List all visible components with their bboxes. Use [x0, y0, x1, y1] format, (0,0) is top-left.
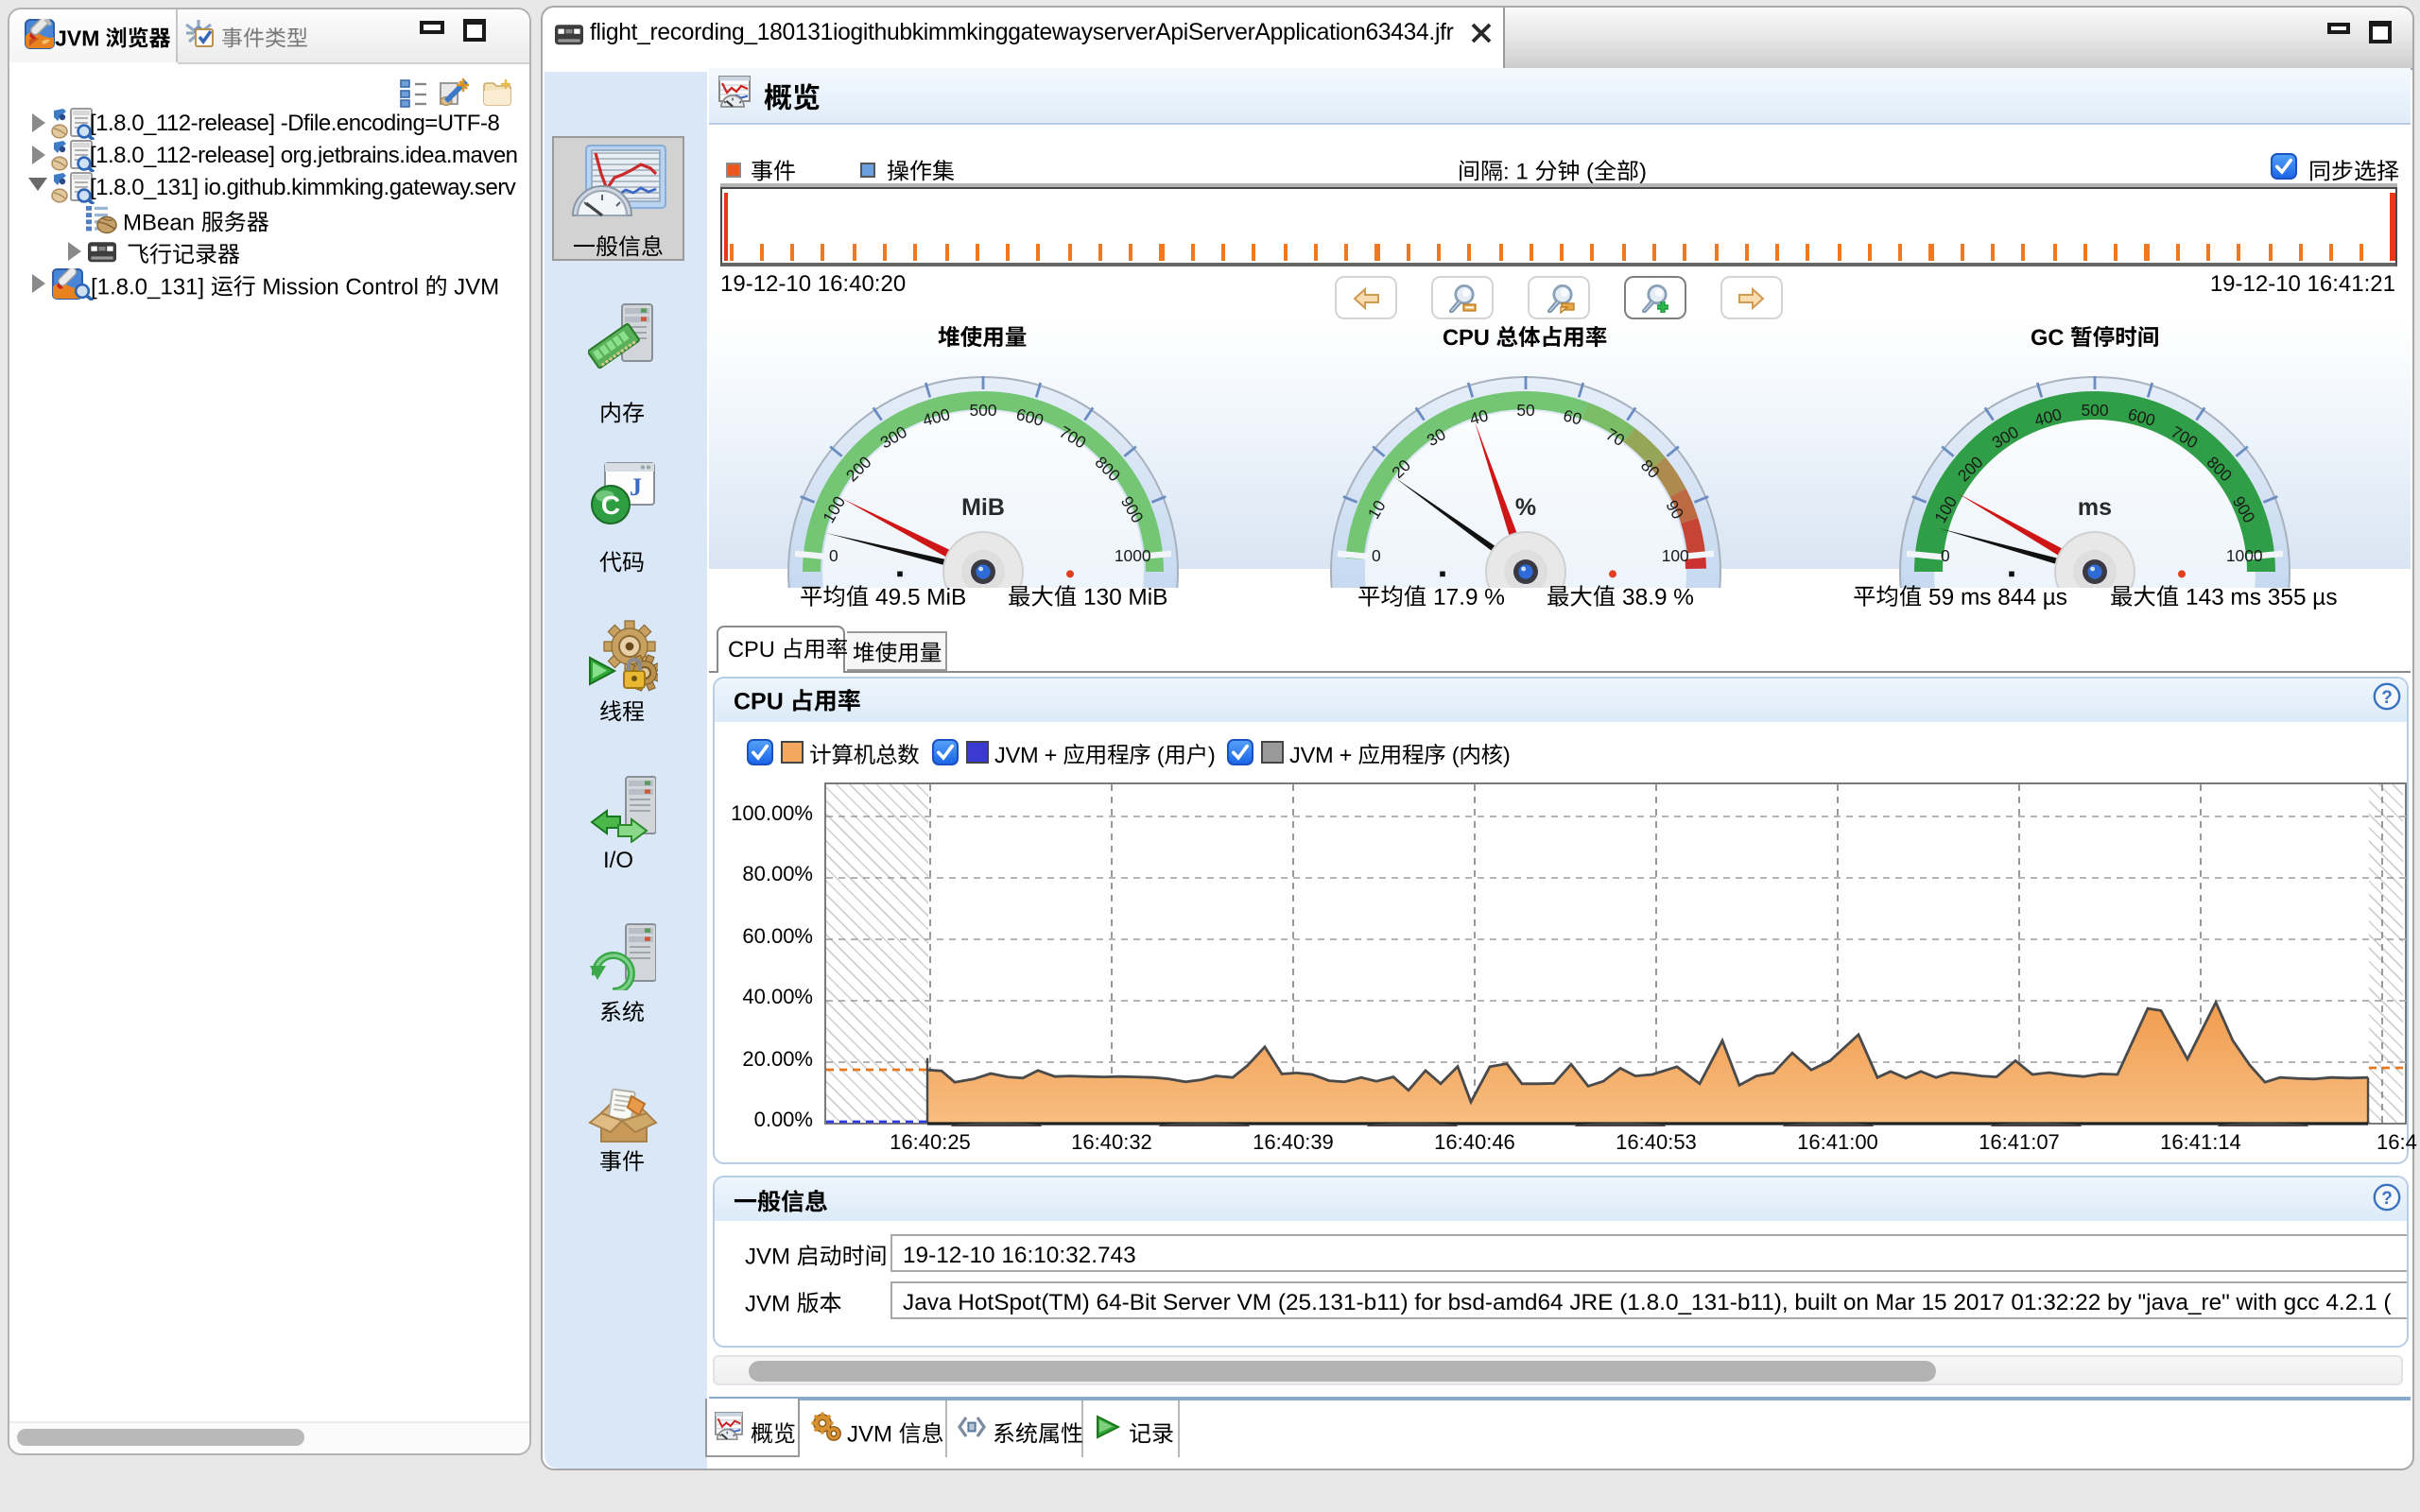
- svg-text:0: 0: [1372, 546, 1381, 565]
- svg-text:500: 500: [2081, 401, 2108, 420]
- svg-text:100: 100: [1662, 546, 1689, 565]
- svg-text:C: C: [601, 490, 620, 520]
- svg-text:50: 50: [1516, 401, 1534, 420]
- svg-text:1000: 1000: [1115, 546, 1151, 565]
- svg-text:ms: ms: [2078, 494, 2112, 521]
- svg-text:?: ?: [2381, 688, 2393, 708]
- svg-text:500: 500: [969, 401, 996, 420]
- svg-text:0: 0: [1941, 546, 1950, 565]
- svg-text:0: 0: [829, 546, 838, 565]
- svg-text:?: ?: [2381, 1189, 2393, 1209]
- svg-text:1000: 1000: [2226, 546, 2263, 565]
- svg-text:J: J: [630, 473, 642, 501]
- svg-text:%: %: [1515, 494, 1536, 521]
- svg-text:MiB: MiB: [961, 494, 1005, 521]
